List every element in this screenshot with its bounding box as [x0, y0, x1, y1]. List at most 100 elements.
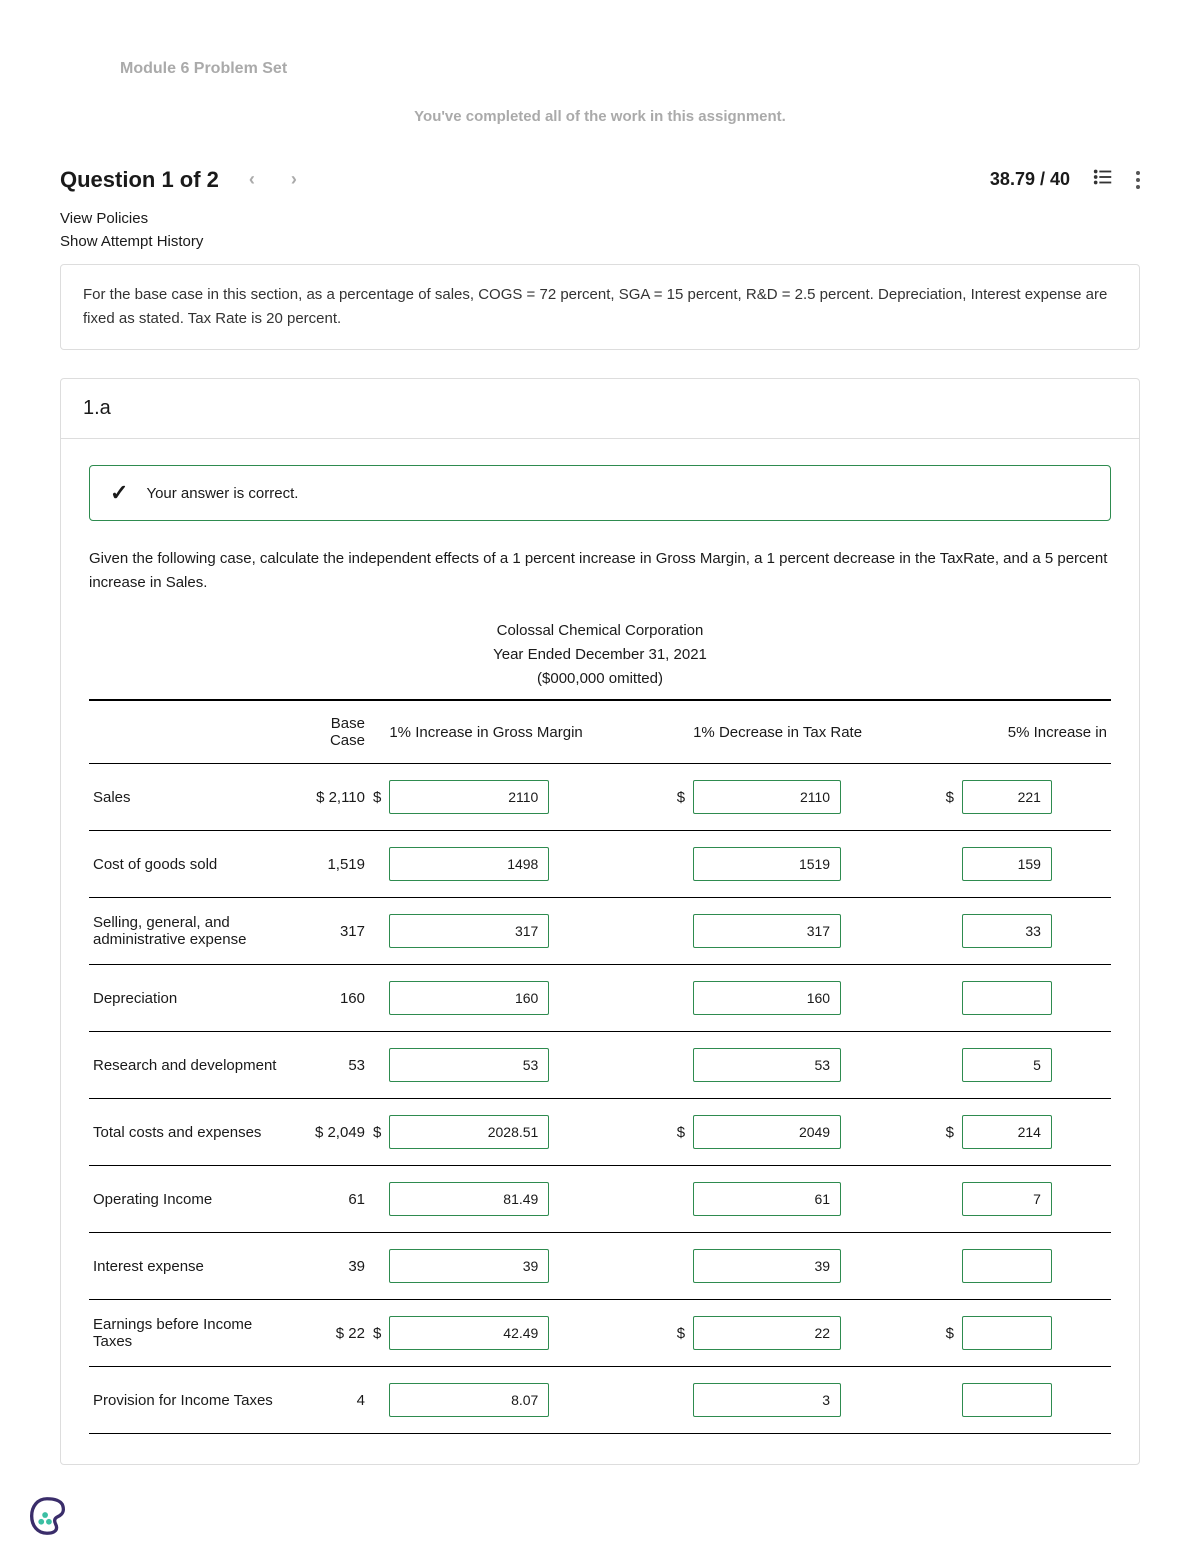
answer-input-gm[interactable]: 317	[389, 914, 549, 948]
row-label: Sales	[89, 764, 299, 831]
table-row: Sales$ 2,110$2110$2110$221	[89, 764, 1111, 831]
answer-input-gm[interactable]: 1498	[389, 847, 549, 881]
answer-input-tr[interactable]: 317	[693, 914, 841, 948]
row-label: Interest expense	[89, 1233, 299, 1300]
currency-symbol	[942, 1233, 958, 1300]
score-text: 38.79 / 40	[990, 169, 1070, 190]
answer-input-tr[interactable]: 22	[693, 1316, 841, 1350]
currency-symbol: $	[673, 1300, 689, 1367]
answer-input-gm[interactable]: 2110	[389, 780, 549, 814]
part-prompt: Given the following case, calculate the …	[89, 547, 1111, 595]
table-row: Research and development5353535	[89, 1032, 1111, 1099]
answer-input-si[interactable]: 159	[962, 847, 1052, 881]
view-policies-link[interactable]: View Policies	[60, 210, 1140, 227]
base-value: 53	[299, 1032, 369, 1099]
currency-symbol: $	[369, 1300, 385, 1367]
currency-symbol: $	[369, 764, 385, 831]
feedback-text: Your answer is correct.	[146, 485, 298, 502]
currency-symbol	[942, 898, 958, 965]
base-value: $ 22	[299, 1300, 369, 1367]
answer-input-tr[interactable]: 160	[693, 981, 841, 1015]
col-header-tr: 1% Decrease in Tax Rate	[689, 700, 942, 764]
currency-symbol	[942, 831, 958, 898]
row-label: Cost of goods sold	[89, 831, 299, 898]
currency-symbol	[673, 965, 689, 1032]
currency-symbol	[942, 1367, 958, 1434]
currency-symbol	[369, 1233, 385, 1300]
answer-input-si[interactable]	[962, 1383, 1052, 1417]
prev-question-button[interactable]: ‹	[243, 165, 261, 194]
currency-symbol	[369, 831, 385, 898]
currency-symbol: $	[942, 1099, 958, 1166]
table-row: Operating Income6181.49617	[89, 1166, 1111, 1233]
answer-input-si[interactable]	[962, 1316, 1052, 1350]
answer-input-tr[interactable]: 2110	[693, 780, 841, 814]
answer-input-tr[interactable]: 3	[693, 1383, 841, 1417]
table-row: Interest expense393939	[89, 1233, 1111, 1300]
base-value: 160	[299, 965, 369, 1032]
currency-symbol: $	[369, 1099, 385, 1166]
more-options-icon[interactable]	[1136, 171, 1140, 189]
completion-message: You've completed all of the work in this…	[60, 108, 1140, 125]
row-label: Research and development	[89, 1032, 299, 1099]
answer-input-tr[interactable]: 2049	[693, 1115, 841, 1149]
answer-input-si[interactable]: 221	[962, 780, 1052, 814]
currency-symbol: $	[673, 1099, 689, 1166]
table-row: Earnings before Income Taxes$ 22$42.49$2…	[89, 1300, 1111, 1367]
base-value: $ 2,049	[299, 1099, 369, 1166]
currency-symbol	[369, 1367, 385, 1434]
answer-input-tr[interactable]: 1519	[693, 847, 841, 881]
row-label: Earnings before Income Taxes	[89, 1300, 299, 1367]
answer-input-gm[interactable]: 39	[389, 1249, 549, 1283]
table-title: Colossal Chemical Corporation Year Ended…	[89, 619, 1111, 691]
question-list-icon[interactable]	[1092, 166, 1114, 194]
base-value: 39	[299, 1233, 369, 1300]
answer-input-gm[interactable]: 160	[389, 981, 549, 1015]
answer-input-gm[interactable]: 42.49	[389, 1316, 549, 1350]
answer-input-si[interactable]: 5	[962, 1048, 1052, 1082]
answer-input-si[interactable]: 7	[962, 1182, 1052, 1216]
currency-symbol	[673, 1233, 689, 1300]
next-question-button[interactable]: ›	[285, 165, 303, 194]
answer-input-tr[interactable]: 61	[693, 1182, 841, 1216]
row-label: Selling, general, and administrative exp…	[89, 898, 299, 965]
currency-symbol	[942, 1032, 958, 1099]
answer-input-tr[interactable]: 39	[693, 1249, 841, 1283]
currency-symbol	[673, 831, 689, 898]
row-label: Total costs and expenses	[89, 1099, 299, 1166]
col-header-si: 5% Increase in	[958, 700, 1111, 764]
currency-symbol	[369, 1032, 385, 1099]
table-row: Provision for Income Taxes48.073	[89, 1367, 1111, 1434]
base-value: 61	[299, 1166, 369, 1233]
answer-input-si[interactable]: 33	[962, 914, 1052, 948]
answer-input-si[interactable]	[962, 981, 1052, 1015]
col-header-gm: 1% Increase in Gross Margin	[385, 700, 672, 764]
answer-feedback: ✓ Your answer is correct.	[89, 465, 1111, 521]
currency-symbol	[673, 1166, 689, 1233]
table-row: Depreciation160160160	[89, 965, 1111, 1032]
answer-input-gm[interactable]: 8.07	[389, 1383, 549, 1417]
answer-input-gm[interactable]: 81.49	[389, 1182, 549, 1216]
table-row: Selling, general, and administrative exp…	[89, 898, 1111, 965]
answer-input-gm[interactable]: 2028.51	[389, 1115, 549, 1149]
problem-statement: For the base case in this section, as a …	[60, 264, 1140, 350]
answer-input-si[interactable]	[962, 1249, 1052, 1283]
question-label: Question 1 of 2	[60, 167, 219, 193]
answer-input-gm[interactable]: 53	[389, 1048, 549, 1082]
brand-badge-icon	[24, 1493, 70, 1539]
base-value: 317	[299, 898, 369, 965]
currency-symbol	[369, 1166, 385, 1233]
answer-input-tr[interactable]: 53	[693, 1048, 841, 1082]
currency-symbol	[942, 1166, 958, 1233]
currency-symbol	[673, 1367, 689, 1434]
question-header: Question 1 of 2 ‹ › 38.79 / 40	[60, 165, 1140, 194]
row-label: Depreciation	[89, 965, 299, 1032]
table-row: Cost of goods sold1,51914981519159	[89, 831, 1111, 898]
show-attempt-history-link[interactable]: Show Attempt History	[60, 233, 1140, 250]
base-value: 4	[299, 1367, 369, 1434]
checkmark-icon: ✓	[110, 480, 128, 506]
currency-symbol: $	[942, 764, 958, 831]
answer-input-si[interactable]: 214	[962, 1115, 1052, 1149]
currency-symbol	[369, 898, 385, 965]
base-value: $ 2,110	[299, 764, 369, 831]
